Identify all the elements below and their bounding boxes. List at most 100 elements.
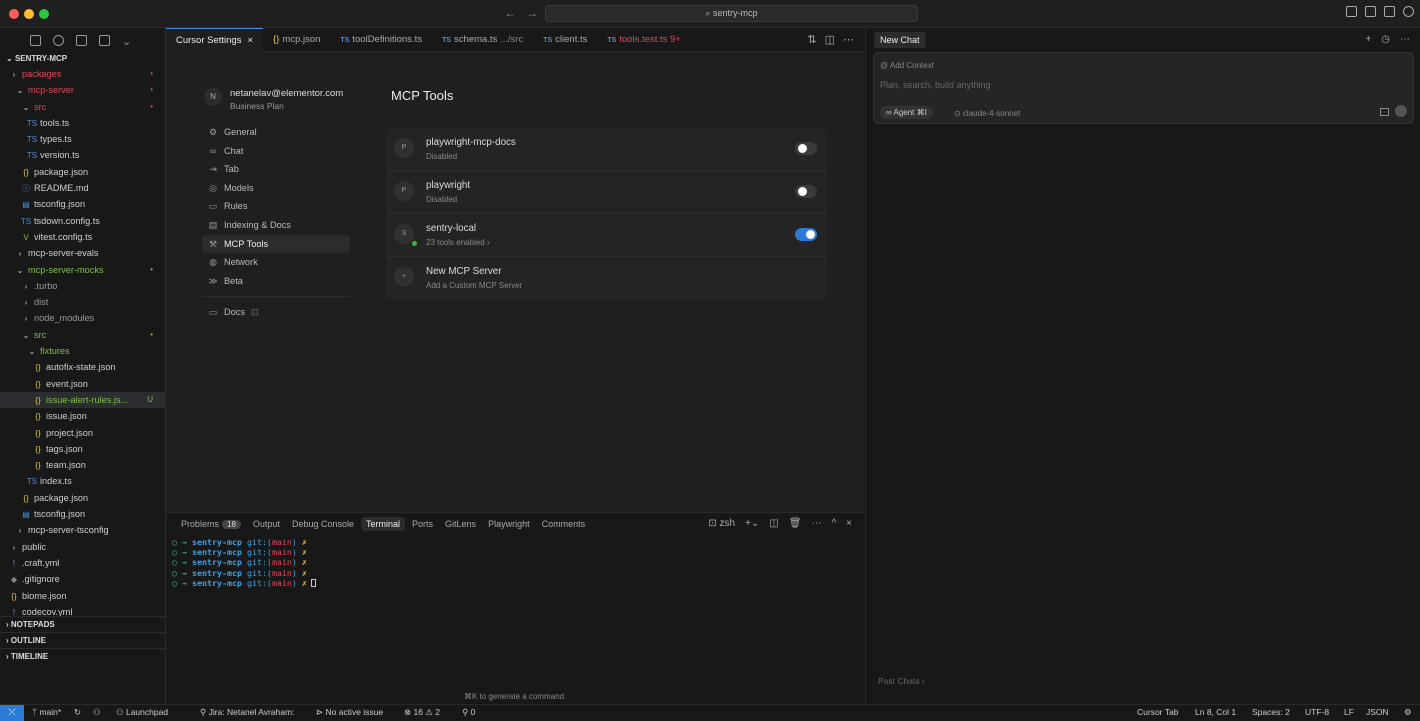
- model-selector[interactable]: ⊙ claude-4-sonnet: [954, 109, 1020, 118]
- tree-item[interactable]: › packages •: [0, 66, 165, 82]
- tree-item[interactable]: ⌄ src •: [0, 327, 165, 343]
- split-editor-icon[interactable]: ◫: [825, 33, 835, 46]
- language-mode[interactable]: JSON: [1366, 705, 1389, 720]
- close-window-button[interactable]: [9, 9, 19, 19]
- issue-status[interactable]: ⊳ No active issue: [316, 705, 383, 720]
- panel-tab-ports[interactable]: Ports: [407, 517, 438, 531]
- tree-item[interactable]: TS types.ts: [0, 131, 165, 147]
- notifications-icon[interactable]: ⚙: [1404, 705, 1412, 720]
- compare-icon[interactable]: ⇅: [807, 33, 816, 46]
- tab-tooldefinitions-ts[interactable]: TS toolDefinitions.ts: [330, 28, 432, 52]
- chat-input-box[interactable]: @ Add Context Plan, search, build anythi…: [873, 52, 1414, 124]
- settings-nav-tab[interactable]: ⇥ Tab: [202, 160, 350, 179]
- server-toggle[interactable]: [795, 228, 817, 241]
- close-icon[interactable]: ×: [247, 35, 253, 46]
- send-button[interactable]: [1395, 105, 1407, 117]
- run-debug-icon[interactable]: [99, 34, 110, 46]
- files-icon[interactable]: [30, 34, 41, 46]
- tree-item[interactable]: ◆ .gitignore: [0, 571, 165, 587]
- encoding[interactable]: UTF-8: [1305, 705, 1329, 720]
- more-icon[interactable]: ⋯: [811, 518, 821, 529]
- panel-tab-gitlens[interactable]: GitLens: [440, 517, 481, 531]
- search-icon[interactable]: [53, 34, 64, 46]
- tree-item[interactable]: ▤ tsconfig.json: [0, 506, 165, 522]
- problems-status[interactable]: ⊗ 16 ⚠ 2: [404, 705, 440, 720]
- add-context-button[interactable]: @ Add Context: [880, 61, 934, 70]
- tree-item[interactable]: ⌄ src •: [0, 99, 165, 115]
- tree-item[interactable]: ⓘ README.md: [0, 180, 165, 196]
- tree-item[interactable]: {} tags.json: [0, 441, 165, 457]
- launchpad-status[interactable]: ⚇ Launchpad: [116, 705, 168, 720]
- history-icon[interactable]: ◷: [1381, 34, 1390, 45]
- tree-item[interactable]: {} package.json: [0, 164, 165, 180]
- tree-item[interactable]: › public: [0, 539, 165, 555]
- new-chat-tab[interactable]: New Chat: [874, 32, 926, 48]
- settings-nav-chat[interactable]: ∞ Chat: [202, 142, 350, 161]
- tree-item[interactable]: {} project.json: [0, 425, 165, 441]
- sync-icon[interactable]: ↻: [74, 705, 81, 720]
- tree-item[interactable]: Vvitest.config.ts: [0, 229, 165, 245]
- tree-item[interactable]: › dist: [0, 294, 165, 310]
- tree-item[interactable]: {} issue.json: [0, 408, 165, 424]
- tab-mcp-json[interactable]: {} mcp.json: [263, 28, 330, 52]
- eol[interactable]: LF: [1344, 705, 1354, 720]
- panel-tab-terminal[interactable]: Terminal: [361, 517, 406, 531]
- trash-icon[interactable]: 🗑: [789, 518, 802, 529]
- settings-gear-icon[interactable]: [1403, 6, 1414, 17]
- sidebar-section-notepads[interactable]: › NOTEPADS: [0, 616, 165, 632]
- settings-nav-mcp-tools[interactable]: ⚒ MCP Tools: [202, 234, 350, 254]
- server-toggle[interactable]: [795, 185, 817, 198]
- chevron-down-icon[interactable]: ⌄: [122, 35, 131, 48]
- mcp-server-row[interactable]: Pplaywright Disabled: [386, 171, 827, 214]
- remote-indicator[interactable]: ⤫: [0, 705, 24, 721]
- close-panel-icon[interactable]: ×: [846, 518, 852, 529]
- settings-nav-general[interactable]: ⚙ General: [202, 123, 350, 142]
- tree-item[interactable]: ! .craft.yml: [0, 555, 165, 571]
- tab-cursor-settings[interactable]: Cursor Settings ×: [166, 28, 264, 52]
- tree-item[interactable]: {} autofix-state.json: [0, 359, 165, 375]
- jira-status[interactable]: ⚲ Jira: Netanel Avraham:: [200, 705, 294, 720]
- explorer-root[interactable]: ⌄ SENTRY-MCP: [0, 52, 165, 66]
- tree-item[interactable]: › node_modules: [0, 310, 165, 326]
- mcp-server-row[interactable]: Ssentry-local 23 tools enabled ›: [386, 214, 827, 257]
- server-toggle[interactable]: [795, 142, 817, 155]
- settings-nav-rules[interactable]: ▭ Rules: [202, 197, 350, 216]
- new-terminal-icon[interactable]: +⌄: [745, 518, 759, 529]
- indentation[interactable]: Spaces: 2: [1252, 705, 1290, 720]
- cursor-tab-status[interactable]: Cursor Tab: [1137, 705, 1178, 720]
- tree-item[interactable]: TS tools.ts: [0, 115, 165, 131]
- settings-nav-docs[interactable]: ▭ Docs ⊡: [202, 303, 350, 322]
- tree-item[interactable]: › mcp-server-evals: [0, 245, 165, 261]
- branch-status[interactable]: ᛘ main*: [32, 705, 61, 720]
- tree-item[interactable]: TS tsdown.config.ts: [0, 213, 165, 229]
- settings-nav-models[interactable]: ◎ Models: [202, 179, 350, 198]
- settings-nav-indexing-docs[interactable]: ▤ Indexing & Docs: [202, 216, 350, 235]
- terminal-shell[interactable]: ⊡ zsh: [708, 518, 735, 529]
- tree-item[interactable]: › .turbo: [0, 278, 165, 294]
- graph-icon[interactable]: ⚇: [93, 705, 101, 720]
- command-search[interactable]: ⌕ sentry-mcp: [545, 5, 918, 22]
- panel-tab-debug-console[interactable]: Debug Console: [287, 517, 359, 531]
- minimize-window-button[interactable]: [24, 9, 34, 19]
- source-control-icon[interactable]: [76, 34, 87, 46]
- tree-item[interactable]: {} event.json: [0, 376, 165, 392]
- tree-item[interactable]: {} team.json: [0, 457, 165, 473]
- tree-item[interactable]: ⌄ mcp-server •: [0, 82, 165, 98]
- image-icon[interactable]: [1380, 108, 1389, 116]
- sidebar-section-timeline[interactable]: › TIMELINE: [0, 648, 165, 664]
- toggle-panel-icon[interactable]: [1365, 6, 1376, 17]
- past-chats-link[interactable]: Past Chats ›: [878, 676, 925, 686]
- more-icon[interactable]: ⋯: [1400, 34, 1410, 45]
- tree-item[interactable]: TS index.ts: [0, 473, 165, 489]
- agent-mode-button[interactable]: ∞ Agent ⌘I: [880, 106, 933, 119]
- ports-status[interactable]: ⚲ 0: [462, 705, 475, 720]
- panel-tab-comments[interactable]: Comments: [537, 517, 591, 531]
- toggle-secondary-sidebar-icon[interactable]: [1384, 6, 1395, 17]
- sidebar-section-outline[interactable]: › OUTLINE: [0, 632, 165, 648]
- tab-schema-ts[interactable]: TS schema.ts .../src: [432, 28, 533, 52]
- cursor-position[interactable]: Ln 8, Col 1: [1195, 705, 1236, 720]
- tree-item[interactable]: ⌄ fixtures: [0, 343, 165, 359]
- tree-item[interactable]: {} package.json: [0, 490, 165, 506]
- add-chat-icon[interactable]: +: [1365, 34, 1371, 45]
- terminal-output[interactable]: ○ → sentry-mcp git:(main) ✗ ○ → sentry-mc…: [166, 535, 864, 588]
